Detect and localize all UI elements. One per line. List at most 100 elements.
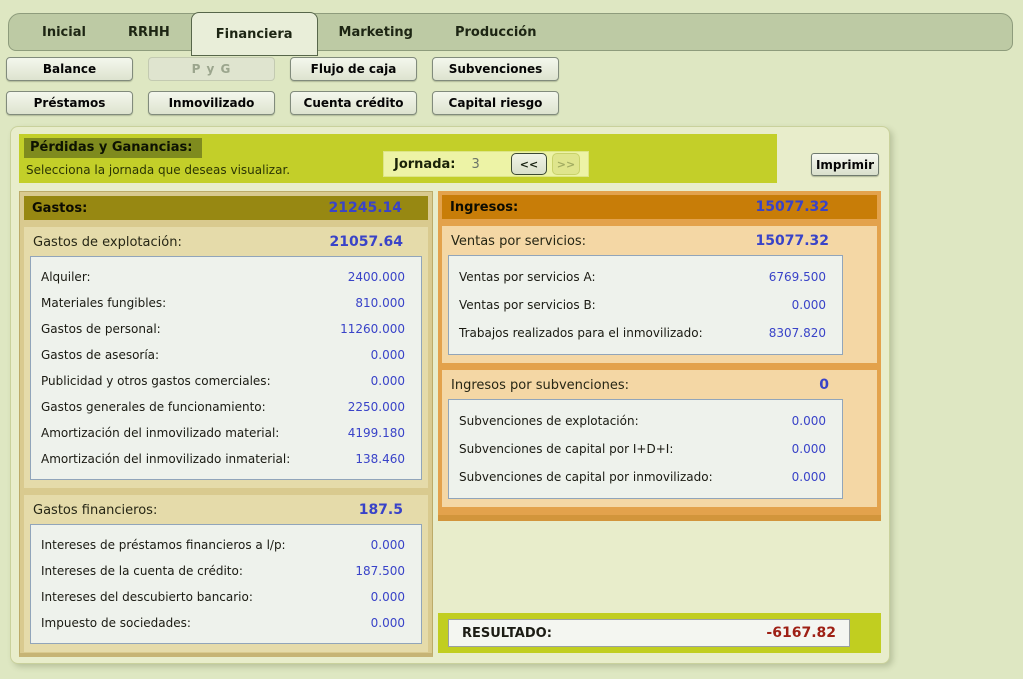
row-label: Amortización del inmovilizado material: <box>41 426 279 440</box>
tab-financiera[interactable]: Financiera <box>191 12 318 56</box>
resultado-band: RESULTADO: -6167.82 <box>438 613 881 653</box>
section-title-row: Gastos financieros: 187.5 <box>30 496 422 524</box>
tab-marketing[interactable]: Marketing <box>318 14 434 50</box>
gastos-explotacion-section: Gastos de explotación: 21057.64 Alquiler… <box>24 227 428 488</box>
gastos-title: Gastos: <box>32 201 87 216</box>
imprimir-button[interactable]: Imprimir <box>811 153 879 176</box>
statement-row: Intereses del descubierto bancario: 0.000 <box>31 584 421 610</box>
statement-row: Gastos de personal:11260.000 <box>31 316 421 342</box>
financieros-listbox: Intereses de préstamos financieros a l/p… <box>30 524 422 644</box>
cuenta-credito-button[interactable]: Cuenta crédito <box>290 91 417 115</box>
statement-row: Subvenciones de capital por I+D+I: 0.000 <box>449 435 842 463</box>
tab-inicial[interactable]: Inicial <box>21 14 107 50</box>
statement-row: Gastos generales de funcionamiento: 2250.… <box>31 394 421 420</box>
tab-bar: Inicial RRHH Financiera Marketing Produc… <box>8 13 1013 51</box>
section-title-row: Ingresos por subvenciones: 0 <box>448 371 871 399</box>
capital-riesgo-button[interactable]: Capital riesgo <box>432 91 559 115</box>
statement-row: Ventas por servicios B: 0.000 <box>449 291 842 319</box>
statement-row: Impuesto de sociedades:0.000 <box>31 610 421 636</box>
row-label: Ventas por servicios A: <box>459 270 595 284</box>
statement-row: Subvenciones de explotación: 0.000 <box>449 407 842 435</box>
statement-row: Alquiler: 2400.000 <box>31 264 421 290</box>
row-value: 2400.000 <box>348 270 405 284</box>
resultado-value: -6167.82 <box>766 625 836 641</box>
statement-row: Materiales fungibles: 810.000 <box>31 290 421 316</box>
explotacion-total: 21057.64 <box>329 234 418 250</box>
gastos-column: Gastos: 21245.14 Gastos de explotación: … <box>19 191 433 657</box>
jornada-next-button: >> <box>552 153 580 175</box>
statement-row: Trabajos realizados para el inmovilizado… <box>449 319 842 347</box>
row-value: 0.000 <box>792 442 826 456</box>
gastos-header: Gastos: 21245.14 <box>24 196 428 220</box>
statement-row: Amortización del inmovilizado material:4… <box>31 420 421 446</box>
resultado-label: RESULTADO: <box>462 626 552 641</box>
flujo-de-caja-button[interactable]: Flujo de caja <box>290 57 417 81</box>
ingresos-title: Ingresos: <box>450 200 518 215</box>
explotacion-title: Gastos de explotación: <box>33 235 182 250</box>
jornada-value: 3 <box>471 157 479 172</box>
tab-produccion[interactable]: Producción <box>434 14 558 50</box>
row-value: 810.000 <box>355 296 405 310</box>
section-title-row: Ventas por servicios: 15077.32 <box>448 227 871 255</box>
statement-row: Amortización del inmovilizado inmaterial… <box>31 446 421 472</box>
ingresos-column: Ingresos: 15077.32 Ventas por servicios:… <box>438 191 881 521</box>
row-label: Publicidad y otros gastos comerciales: <box>41 374 271 388</box>
row-value: 0.000 <box>371 374 405 388</box>
row-label: Subvenciones de capital por I+D+I: <box>459 442 673 456</box>
ventas-section: Ventas por servicios: 15077.32 Ventas po… <box>442 226 877 363</box>
balance-button[interactable]: Balance <box>6 57 133 81</box>
subvenciones-title: Ingresos por subvenciones: <box>451 378 629 393</box>
jornada-label: Jornada: <box>394 157 455 172</box>
nav-row-2: Préstamos Inmovilizado Cuenta crédito Ca… <box>6 91 559 115</box>
row-label: Gastos de asesoría: <box>41 348 159 362</box>
statement-row: Ventas por servicios A:6769.500 <box>449 263 842 291</box>
ingresos-header: Ingresos: 15077.32 <box>442 195 877 219</box>
row-label: Intereses del descubierto bancario: <box>41 590 253 604</box>
gastos-financieros-section: Gastos financieros: 187.5 Intereses de p… <box>24 495 428 652</box>
statement-row: Publicidad y otros gastos comerciales: 0.… <box>31 368 421 394</box>
nav-row-1: Balance P y G Flujo de caja Subvenciones <box>6 57 559 81</box>
row-label: Trabajos realizados para el inmovilizado… <box>459 326 703 340</box>
jornada-prev-button[interactable]: << <box>511 153 547 175</box>
statement-row: Intereses de préstamos financieros a l/p… <box>31 532 421 558</box>
row-value: 0.000 <box>792 298 826 312</box>
row-label: Alquiler: <box>41 270 91 284</box>
subvenciones-total: 0 <box>819 377 867 393</box>
row-value: 2250.000 <box>348 400 405 414</box>
row-label: Intereses de préstamos financieros a l/p… <box>41 538 286 552</box>
financieros-total: 187.5 <box>359 502 418 518</box>
row-label: Ventas por servicios B: <box>459 298 596 312</box>
row-value: 138.460 <box>355 452 405 466</box>
subvenciones-button[interactable]: Subvenciones <box>432 57 559 81</box>
resultado-box: RESULTADO: -6167.82 <box>448 619 850 647</box>
page-title: Pérdidas y Ganancias: <box>24 138 202 158</box>
tab-rrhh[interactable]: RRHH <box>107 14 191 50</box>
row-value: 0.000 <box>371 590 405 604</box>
row-label: Subvenciones de explotación: <box>459 414 639 428</box>
ventas-title: Ventas por servicios: <box>451 234 586 249</box>
row-label: Gastos generales de funcionamiento: <box>41 400 266 414</box>
row-label: Materiales fungibles: <box>41 296 166 310</box>
row-label: Intereses de la cuenta de crédito: <box>41 564 243 578</box>
pyg-header-band: Pérdidas y Ganancias: Selecciona la jorn… <box>19 134 777 183</box>
page-subtitle: Selecciona la jornada que deseas visuali… <box>26 163 290 177</box>
pyg-panel: Pérdidas y Ganancias: Selecciona la jorn… <box>10 126 890 664</box>
ventas-total: 15077.32 <box>755 233 867 249</box>
explotacion-listbox: Alquiler: 2400.000 Materiales fungibles: 8… <box>30 256 422 480</box>
row-value: 0.000 <box>792 414 826 428</box>
jornada-selector: Jornada: 3 << >> <box>383 151 589 177</box>
row-value: 0.000 <box>371 538 405 552</box>
statement-row: Gastos de asesoría:0.000 <box>31 342 421 368</box>
statement-row: Intereses de la cuenta de crédito: 187.50… <box>31 558 421 584</box>
inmovilizado-button[interactable]: Inmovilizado <box>148 91 275 115</box>
row-value: 8307.820 <box>769 326 826 340</box>
row-value: 0.000 <box>371 616 405 630</box>
prestamos-button[interactable]: Préstamos <box>6 91 133 115</box>
ingresos-total: 15077.32 <box>755 199 869 215</box>
row-value: 0.000 <box>792 470 826 484</box>
row-label: Subvenciones de capital por inmovilizado… <box>459 470 713 484</box>
row-label: Gastos de personal: <box>41 322 161 336</box>
subvenciones-listbox: Subvenciones de explotación: 0.000 Subven… <box>448 399 843 499</box>
subvenciones-section: Ingresos por subvenciones: 0 Subvencione… <box>442 370 877 507</box>
row-value: 187.500 <box>355 564 405 578</box>
